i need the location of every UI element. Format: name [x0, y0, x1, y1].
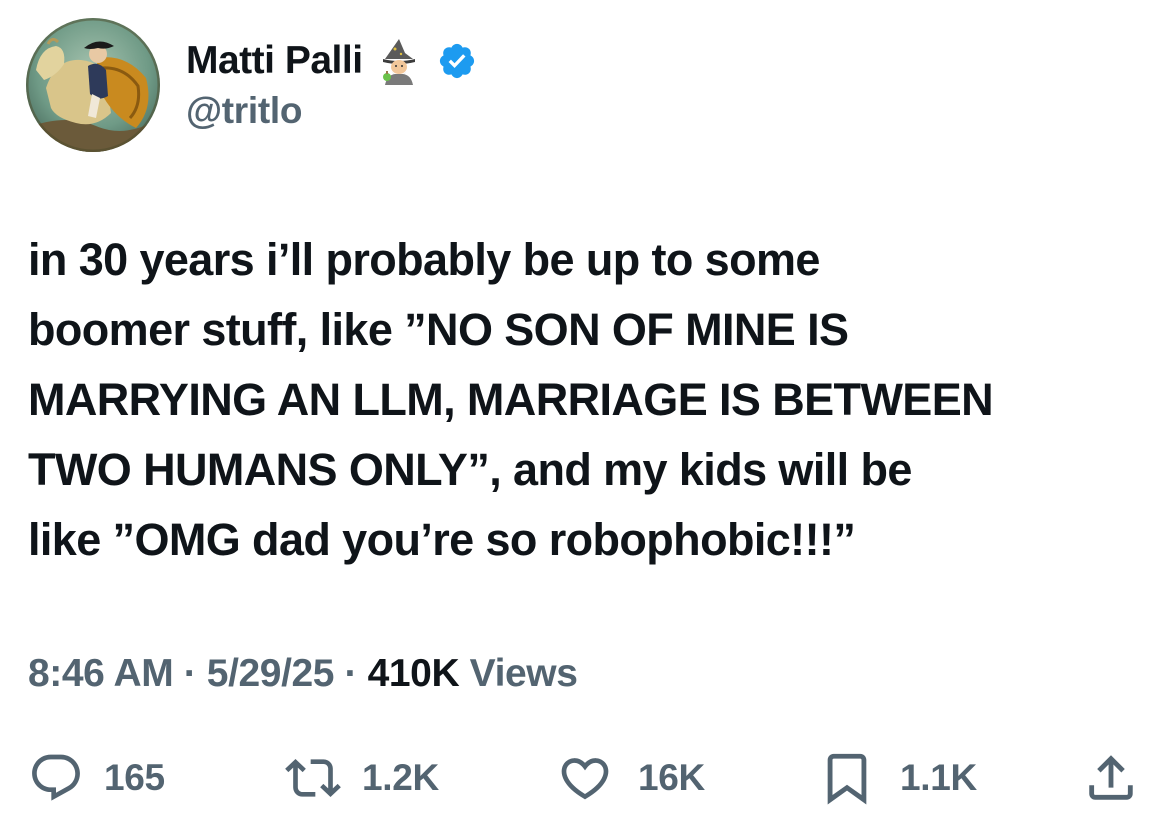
bookmark-icon — [827, 753, 867, 805]
tweet-date[interactable]: 5/29/25 — [207, 652, 335, 695]
views-count: 410K — [367, 652, 460, 695]
reply-icon — [32, 754, 80, 801]
avatar-image — [26, 18, 160, 152]
verified-badge-icon[interactable] — [437, 41, 477, 81]
repost-count: 1.2K — [362, 757, 439, 798]
author-name-row[interactable]: Matti Palli — [186, 36, 477, 86]
heart-icon — [561, 758, 609, 800]
tweet-meta: 8:46 AM · 5/29/25 · 410K Views — [28, 652, 578, 696]
repost-button[interactable]: 1.2K — [282, 748, 439, 808]
author-handle[interactable]: @tritlo — [186, 90, 302, 132]
reply-count: 165 — [104, 757, 165, 798]
share-button[interactable] — [1082, 748, 1140, 808]
avatar[interactable] — [26, 18, 160, 152]
meta-separator: · — [344, 652, 358, 695]
meta-separator: · — [183, 652, 197, 695]
bookmark-count: 1.1K — [900, 757, 977, 798]
mage-emoji-icon — [375, 37, 423, 85]
tweet-text: in 30 years i’ll probably be up to some … — [28, 234, 994, 565]
like-count: 16K — [638, 757, 705, 798]
action-bar: 165 1.2K 16K 1.1K — [0, 748, 1170, 808]
bookmark-button[interactable]: 1.1K — [818, 748, 977, 808]
author-display-name[interactable]: Matti Palli — [186, 39, 363, 83]
repost-icon — [285, 759, 341, 797]
views-label: Views — [469, 652, 578, 695]
tweet-time[interactable]: 8:46 AM — [28, 652, 174, 695]
tweet-card: Matti Palli @tritlo in 30 years i’ll pro… — [0, 0, 1170, 815]
share-icon — [1089, 755, 1133, 800]
like-button[interactable]: 16K — [554, 748, 705, 808]
reply-button[interactable]: 165 — [28, 748, 165, 808]
